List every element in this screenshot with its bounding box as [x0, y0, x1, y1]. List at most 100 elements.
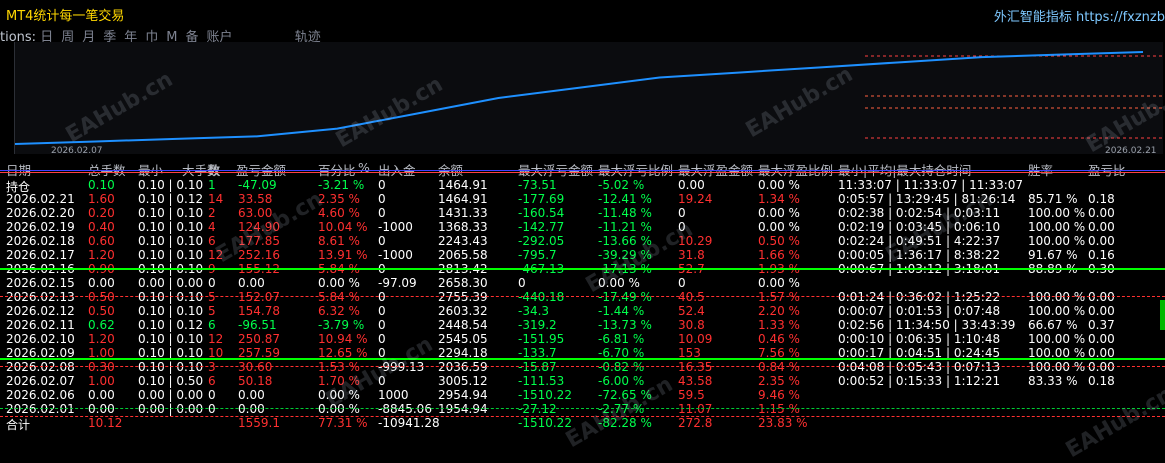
table-cell: -319.2 [518, 318, 557, 332]
table-cell: -292.05 [518, 234, 565, 248]
table-cell: 0.10 | 0.50 [138, 374, 204, 388]
table-cell: 8.61 % [318, 234, 360, 248]
table-cell: 2 [208, 206, 216, 220]
table-cell: 2026.02.06 [6, 388, 75, 402]
table-cell: -1510.22 [518, 416, 572, 430]
table-cell: 1.33 % [758, 318, 800, 332]
table-row: 2026.02.18 0.60 0.10 | 0.10 6 177.85 8.61 % 0 2… [0, 234, 1165, 248]
table-cell: 0.00 % [758, 276, 800, 290]
table-cell: 1.66 % [758, 248, 800, 262]
table-cell: 0:02:56 | 11:34:50 | 33:43:39 [838, 318, 1016, 332]
table-cell: 6 [208, 318, 216, 332]
table-cell: 6 [208, 374, 216, 388]
table-cell: 2026.02.13 [6, 290, 75, 304]
table-cell: 2026.02.18 [6, 234, 75, 248]
table-cell: -13.73 % [598, 318, 652, 332]
table-cell: 13.91 % [318, 248, 368, 262]
table-cell: 0.20 [88, 206, 115, 220]
table-cell: 0.00 % [758, 220, 800, 234]
table-cell: 2658.30 [438, 276, 488, 290]
dashed-line [0, 416, 1165, 417]
table-cell: 0.00 [1088, 206, 1115, 220]
table-cell: 1464.91 [438, 192, 488, 206]
table-cell: 0.00 % [758, 206, 800, 220]
table-cell: 0.10 | 0.12 [138, 318, 204, 332]
table-cell: 12 [208, 332, 224, 346]
table-cell: 0.10 | 0.10 [138, 290, 204, 304]
table-cell: 16.35 [678, 360, 713, 374]
table-cell: 0.40 [88, 220, 115, 234]
table-row: 2026.02.06 0.00 0.00 | 0.00 0 0.00 0.00 % 1000… [0, 388, 1165, 402]
table-cell: 91.67 % [1028, 248, 1078, 262]
table-cell: 250.87 [238, 332, 280, 346]
table-cell: 2026.02.19 [6, 220, 75, 234]
table-cell: -5.02 % [598, 178, 645, 192]
table-cell: 2026.02.07 [6, 374, 75, 388]
table-cell: -10941.28 [378, 416, 440, 430]
table-cell: 0.50 [88, 304, 115, 318]
table-cell: 1000 [378, 388, 409, 402]
table-cell: 0 [208, 388, 216, 402]
table-cell: 2448.54 [438, 318, 488, 332]
table-cell: 100.00 % [1028, 290, 1086, 304]
dashed-line [0, 408, 1165, 409]
table-cell: 100.00 % [1028, 304, 1086, 318]
table-cell: -6.81 % [598, 332, 645, 346]
table-cell: 1368.33 [438, 220, 488, 234]
table-cell: 合计 [6, 418, 31, 432]
table-cell: -8845.06 [378, 402, 432, 416]
table-cell: 0 [378, 234, 386, 248]
table-cell: 5.84 % [318, 290, 360, 304]
equity-line [15, 51, 1144, 145]
table-cell: 0.84 % [758, 360, 800, 374]
table-cell: 100.00 % [1028, 360, 1086, 374]
table-cell: 50.18 [238, 374, 273, 388]
table-cell: 31.8 [678, 248, 705, 262]
table-cell: 5 [208, 304, 216, 318]
table-cell: 0.00 % [758, 178, 800, 192]
table-cell: -47.09 [238, 178, 277, 192]
table-cell: 100.00 % [1028, 206, 1086, 220]
table-cell: 0 [378, 178, 386, 192]
table-cell: -1000 [378, 248, 413, 262]
table-cell: 43.58 [678, 374, 713, 388]
table-cell: 0.00 [1088, 304, 1115, 318]
table-cell: 0.00 [1088, 220, 1115, 234]
app-title: MT4统计每一笔交易 [6, 9, 125, 24]
table-cell: 2026.02.12 [6, 304, 75, 318]
table-cell: 0.00 [238, 276, 265, 290]
table-cell: 2026.02.20 [6, 206, 75, 220]
table-cell: 19.24 [678, 192, 713, 206]
table-cell: 10.04 % [318, 220, 368, 234]
table-cell: -73.51 [518, 178, 557, 192]
table-cell: 0 [378, 290, 386, 304]
table-cell: 11.07 [678, 402, 713, 416]
brand-link[interactable]: 外汇智能指标 https://fxznzb [994, 6, 1165, 25]
table-cell: 2545.05 [438, 332, 488, 346]
table-cell: 0.50 [88, 290, 115, 304]
chart-start-date: 2026.02.07 [51, 146, 103, 154]
table-cell: 0.00 [238, 388, 265, 402]
table-cell: 33.58 [238, 192, 273, 206]
table-cell: 100.00 % [1028, 220, 1086, 234]
equity-chart: 2026.02.07 2026.02.21 [14, 42, 1163, 154]
scrollbar[interactable] [1160, 300, 1165, 330]
table-cell: 10.09 [678, 332, 713, 346]
table-cell: 0 [378, 206, 386, 220]
table-cell: -0.82 % [598, 360, 645, 374]
table-cell: 0.00 [88, 388, 115, 402]
table-cell: 0.00 [88, 402, 115, 416]
table-cell: -3.79 % [318, 318, 365, 332]
table-cell: 1.60 [88, 192, 115, 206]
table-cell: 77.31 % [318, 416, 368, 430]
table-cell: 1559.1 [238, 416, 280, 430]
table-row: 2026.02.10 1.20 0.10 | 0.10 12 250.87 10.94 %… [0, 332, 1165, 346]
table-cell: 272.8 [678, 416, 713, 430]
table-cell: -12.41 % [598, 192, 652, 206]
table-cell: 0.10 | 0.10 [138, 206, 204, 220]
table-cell: 23.83 % [758, 416, 808, 430]
table-cell: 3 [208, 360, 216, 374]
table-cell: -151.95 [518, 332, 565, 346]
table-cell: 3005.12 [438, 374, 488, 388]
table-cell: 0.60 [88, 234, 115, 248]
